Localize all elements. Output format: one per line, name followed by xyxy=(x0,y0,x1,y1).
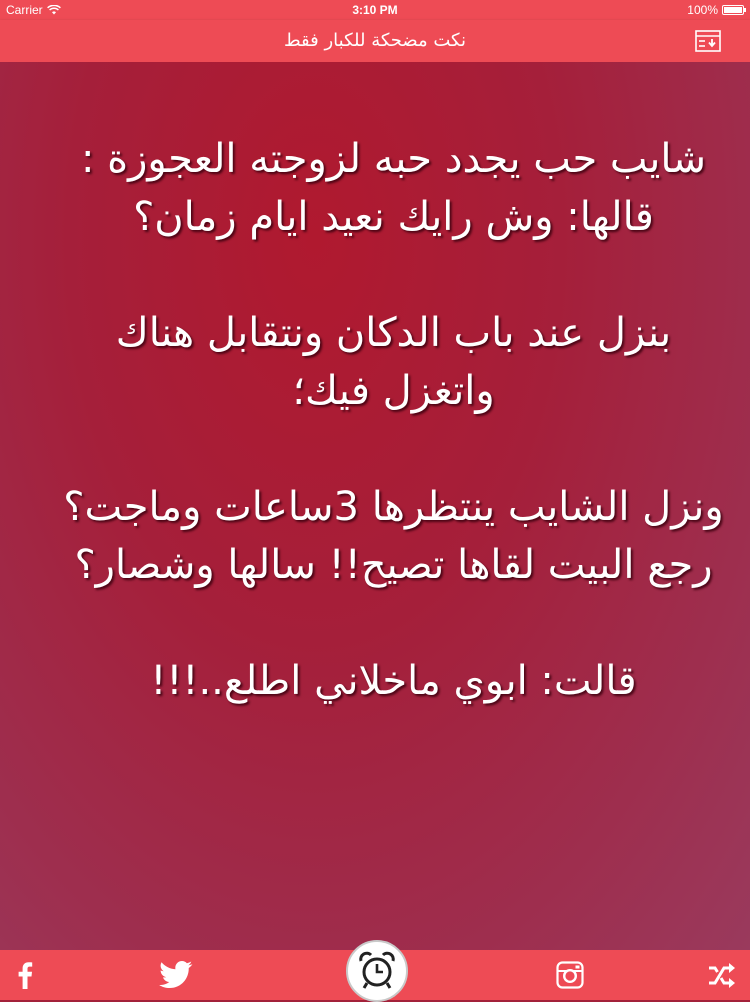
status-time: 3:10 PM xyxy=(352,3,398,17)
joke-paragraph: بنزل عند باب الدكان ونتقابل هناك واتغزل … xyxy=(115,310,672,414)
list-download-icon xyxy=(695,30,721,52)
joke-paragraph: شايب حب يجدد حبه لزوجته العجوزة : قالها:… xyxy=(80,136,707,240)
joke-text: شايب حب يجدد حبه لزوجته العجوزة : قالها:… xyxy=(55,130,732,710)
twitter-icon xyxy=(159,961,193,989)
app-title: نكت مضحكة للكبار فقط xyxy=(283,30,467,51)
instagram-share-button[interactable] xyxy=(555,960,585,990)
alarm-clock-icon xyxy=(359,951,395,989)
facebook-icon xyxy=(18,962,33,989)
navigation-bar: نكت مضحكة للكبار فقط xyxy=(0,20,750,62)
battery-fill xyxy=(724,7,742,13)
facebook-share-button[interactable] xyxy=(10,960,40,990)
battery-percent: 100% xyxy=(687,3,718,17)
twitter-share-button[interactable] xyxy=(158,960,194,990)
battery-status: 100% xyxy=(687,3,746,17)
joke-paragraph: قالت: ابوي ماخلاني اطلع..!!! xyxy=(150,658,637,704)
joke-paragraph: ونزل الشايب ينتظرها 3ساعات وماجت؟رجع الب… xyxy=(63,484,724,588)
joke-content-area: شايب حب يجدد حبه لزوجته العجوزة : قالها:… xyxy=(0,62,750,950)
status-bar: Carrier 3:10 PM 100% xyxy=(0,0,750,20)
menu-button[interactable] xyxy=(694,29,722,53)
battery-icon xyxy=(722,5,746,15)
shuffle-button[interactable] xyxy=(705,960,739,990)
alarm-reminder-button[interactable] xyxy=(346,940,408,1002)
shuffle-icon xyxy=(709,963,735,988)
instagram-icon xyxy=(556,961,584,989)
